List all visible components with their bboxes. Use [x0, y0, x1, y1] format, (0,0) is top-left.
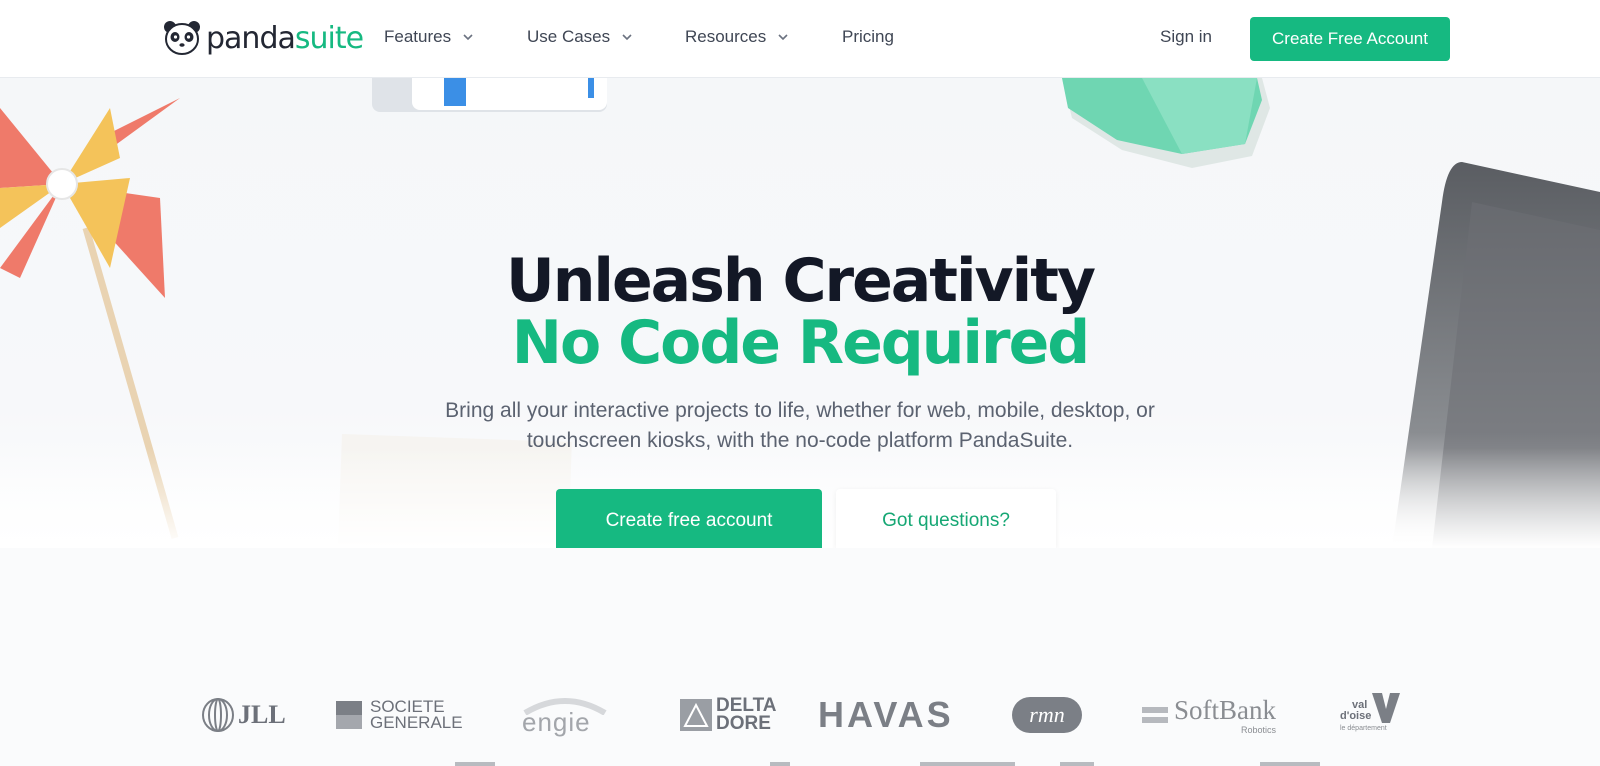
softbank-text: SoftBank	[1174, 695, 1277, 725]
havas-text: HAVAS	[818, 694, 954, 735]
partial-logo	[1260, 762, 1320, 766]
client-logos-row: JLL SOCIETE GENERALE engie DELTA DORE HA…	[0, 690, 1600, 750]
jll-logo: JLL	[200, 690, 286, 740]
got-questions-button[interactable]: Got questions?	[836, 489, 1056, 548]
chevron-down-icon	[463, 34, 473, 41]
brand-wordmark: pandasuite	[206, 20, 364, 56]
nav-item-pricing[interactable]: Pricing	[842, 27, 894, 47]
brand-name-part1: panda	[206, 20, 296, 56]
nav-item-label: Use Cases	[527, 27, 611, 46]
delta-dore-text-2: DORE	[716, 713, 771, 734]
societe-generale-text-2: GENERALE	[370, 713, 463, 732]
hero-subtitle: Bring all your interactive projects to l…	[400, 396, 1200, 456]
create-free-account-button[interactable]: Create Free Account	[1250, 17, 1450, 61]
engie-logo: engie	[520, 690, 610, 740]
partial-logo	[455, 762, 495, 766]
pandasuite-logo[interactable]: pandasuite	[162, 18, 364, 58]
brand-name-part2: suite	[294, 20, 364, 56]
usb-device-illustration	[372, 78, 607, 112]
hero-subtitle-line2: touchscreen kiosks, with the no-code pla…	[526, 429, 1074, 452]
panda-icon	[164, 21, 200, 55]
delta-dore-mark-icon	[680, 699, 712, 731]
hero-subtitle-line1: Bring all your interactive projects to l…	[445, 399, 1155, 422]
create-free-account-hero-button[interactable]: Create free account	[556, 489, 822, 548]
jll-text: JLL	[238, 700, 286, 729]
softbank-logo: SoftBank Robotics	[1142, 690, 1284, 740]
partial-logo	[920, 762, 1015, 766]
chevron-down-icon	[778, 34, 788, 41]
sign-in-link[interactable]: Sign in	[1160, 27, 1212, 47]
softbank-mark-icon	[1142, 707, 1168, 723]
hero-title-line1: Unleash Creativity	[505, 246, 1096, 316]
chevron-down-icon	[622, 34, 632, 41]
val-doise-sub-text: le département	[1340, 725, 1387, 732]
partial-logo	[770, 762, 790, 766]
societe-generale-mark-icon	[336, 701, 362, 729]
nav-item-label: Features	[384, 27, 452, 46]
val-doise-logo: val d'oise le département	[1340, 690, 1404, 740]
partial-logo	[1060, 762, 1094, 766]
client-logos-row-2-partial	[0, 760, 1600, 766]
top-navbar: pandasuite Features Use Cases Resources …	[0, 0, 1600, 78]
delta-dore-logo: DELTA DORE	[680, 690, 777, 740]
societe-generale-logo: SOCIETE GENERALE	[336, 690, 463, 740]
nav-item-resources[interactable]: Resources	[685, 27, 790, 47]
val-doise-v-icon	[1372, 693, 1400, 723]
val-doise-text-2: d'oise	[1340, 710, 1372, 722]
softbank-sub-text: Robotics	[1240, 725, 1276, 735]
engie-text: engie	[522, 707, 591, 737]
nav-item-use-cases[interactable]: Use Cases	[527, 27, 634, 47]
hero-section: Unleash Creativity No Code Required Brin…	[0, 78, 1600, 548]
rmn-text: rmn	[1029, 702, 1065, 727]
jll-mark-icon	[202, 698, 234, 732]
nav-item-label: Resources	[685, 27, 767, 46]
nav-item-label: Pricing	[842, 27, 894, 46]
green-gem-illustration	[1062, 78, 1270, 168]
rmn-logo: rmn	[1012, 690, 1082, 740]
nav-item-features[interactable]: Features	[384, 27, 475, 47]
hero-title-line2: No Code Required	[511, 308, 1090, 378]
havas-logo: HAVAS	[818, 690, 954, 740]
